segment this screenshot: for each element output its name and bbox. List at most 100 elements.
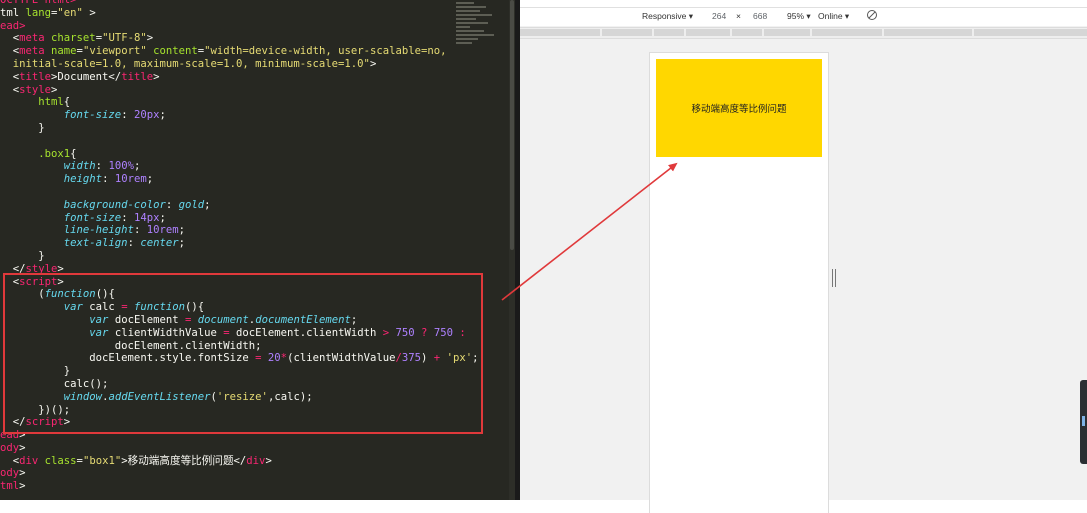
side-panel-tab[interactable] [1080,380,1087,464]
ruler-segment[interactable] [764,29,810,36]
code-token: font-size [0,211,122,224]
tab-indicator [1082,416,1085,426]
scrollbar-thumb[interactable] [510,0,514,250]
code-token: width [0,160,96,173]
code-token: ody [0,441,20,454]
dimension-separator: × [736,11,741,21]
minimap-line [456,22,488,24]
code-token: { [63,96,71,109]
code-token: ody [0,467,20,480]
code-token: content [153,45,198,58]
minimap[interactable] [456,0,500,50]
code-token: div [246,454,266,467]
code-line: <div class="box1">移动端高度等比例问题</div> [0,455,478,468]
code-token: 14px [133,211,160,224]
ruler-segment[interactable] [812,29,882,36]
code-token: : [133,224,147,237]
minimap-line [456,26,470,28]
code-token: div [19,454,45,467]
code-token: : [127,237,141,250]
code-token: { [70,147,77,160]
ruler-segment[interactable] [602,29,652,36]
code-line: } [0,122,478,135]
code-token: 10rem [146,224,179,237]
code-token: ; [178,224,185,237]
minimap-line [456,10,480,12]
code-token: meta [19,32,52,45]
code-token: line-height [0,224,134,237]
code-token: tml [0,6,26,19]
code-token: : [121,211,134,224]
device-frame[interactable]: 移动端高度等比例问题 [650,53,828,513]
code-token: : [95,160,109,173]
handle-line [835,269,836,287]
code-token: > [146,32,154,45]
code-token: tml [0,480,20,493]
ruler-segment[interactable] [686,29,730,36]
code-line: tml lang="en" > [0,7,478,20]
code-token: > [19,467,26,480]
box1-element[interactable]: 移动端高度等比例问题 [656,59,822,157]
viewport-area: 移动端高度等比例问题 [520,39,1087,513]
code-token: >移动端高度等比例问题</ [121,454,247,467]
code-line: ody> [0,442,478,455]
code-token: title [121,70,154,83]
ruler-segment[interactable] [974,29,1087,36]
viewport-height-input[interactable]: 668 [753,11,767,21]
media-query-ruler[interactable] [520,27,1087,39]
code-token: ; [178,237,185,250]
code-token: class [44,454,77,467]
rotate-icon[interactable] [866,9,878,23]
code-line: OCTYPE html> [0,0,478,7]
code-token: > [265,454,272,467]
code-token: ; [204,198,211,211]
ruler-segment[interactable] [520,29,600,36]
code-token: "box1" [82,454,122,467]
code-token: > [19,480,26,493]
zoom-dropdown[interactable]: 95% ▾ [787,11,811,22]
code-token: "UTF-8" [102,32,147,45]
code-editor[interactable]: OCTYPE html> tml lang="en" > ead> < meta ch… [0,0,511,500]
code-line: ody> [0,467,478,480]
code-token: ; [159,109,166,122]
ruler-segment[interactable] [732,29,762,36]
network-throttle-dropdown[interactable]: Online ▾ [818,11,849,22]
minimap-line [456,18,476,20]
code-token: charset [51,32,96,45]
device-mode-dropdown[interactable]: Responsive ▾ [642,11,693,22]
code-token: ; [146,173,154,186]
minimap-line [456,14,492,16]
minimap-line [456,42,472,44]
code-line: background-color: gold; [0,199,478,212]
code-token: ; [159,211,166,224]
code-line: } [0,250,478,263]
code-line: font-size: 14px; [0,212,478,225]
code-line: height: 10rem; [0,173,478,186]
minimap-line [456,30,484,32]
viewport-width-input[interactable]: 264 [712,11,726,21]
code-token: : [165,198,179,211]
code-token: gold [178,198,205,211]
code-line: tml> [0,480,478,493]
code-line: html{ [0,96,478,109]
viewport-resize-handle[interactable] [831,269,837,287]
code-token: 10rem [114,173,147,186]
code-token: < [0,70,20,83]
code-token: < [0,454,20,467]
ruler-segment[interactable] [654,29,684,36]
code-token: > [82,6,96,19]
code-token: "width=device-width, user-scalable=no, [204,45,447,58]
code-token: ead> [0,19,26,32]
minimap-line [456,6,486,8]
script-highlight-annotation [3,273,483,434]
code-token: title [19,70,52,83]
handle-line [832,269,833,287]
code-line: <meta name="viewport" content="width=dev… [0,45,478,58]
minimap-line [456,34,494,36]
code-token: text-align [0,237,128,250]
ruler-segment[interactable] [884,29,972,36]
code-token: : [102,173,115,186]
code-line: text-align: center; [0,237,478,250]
